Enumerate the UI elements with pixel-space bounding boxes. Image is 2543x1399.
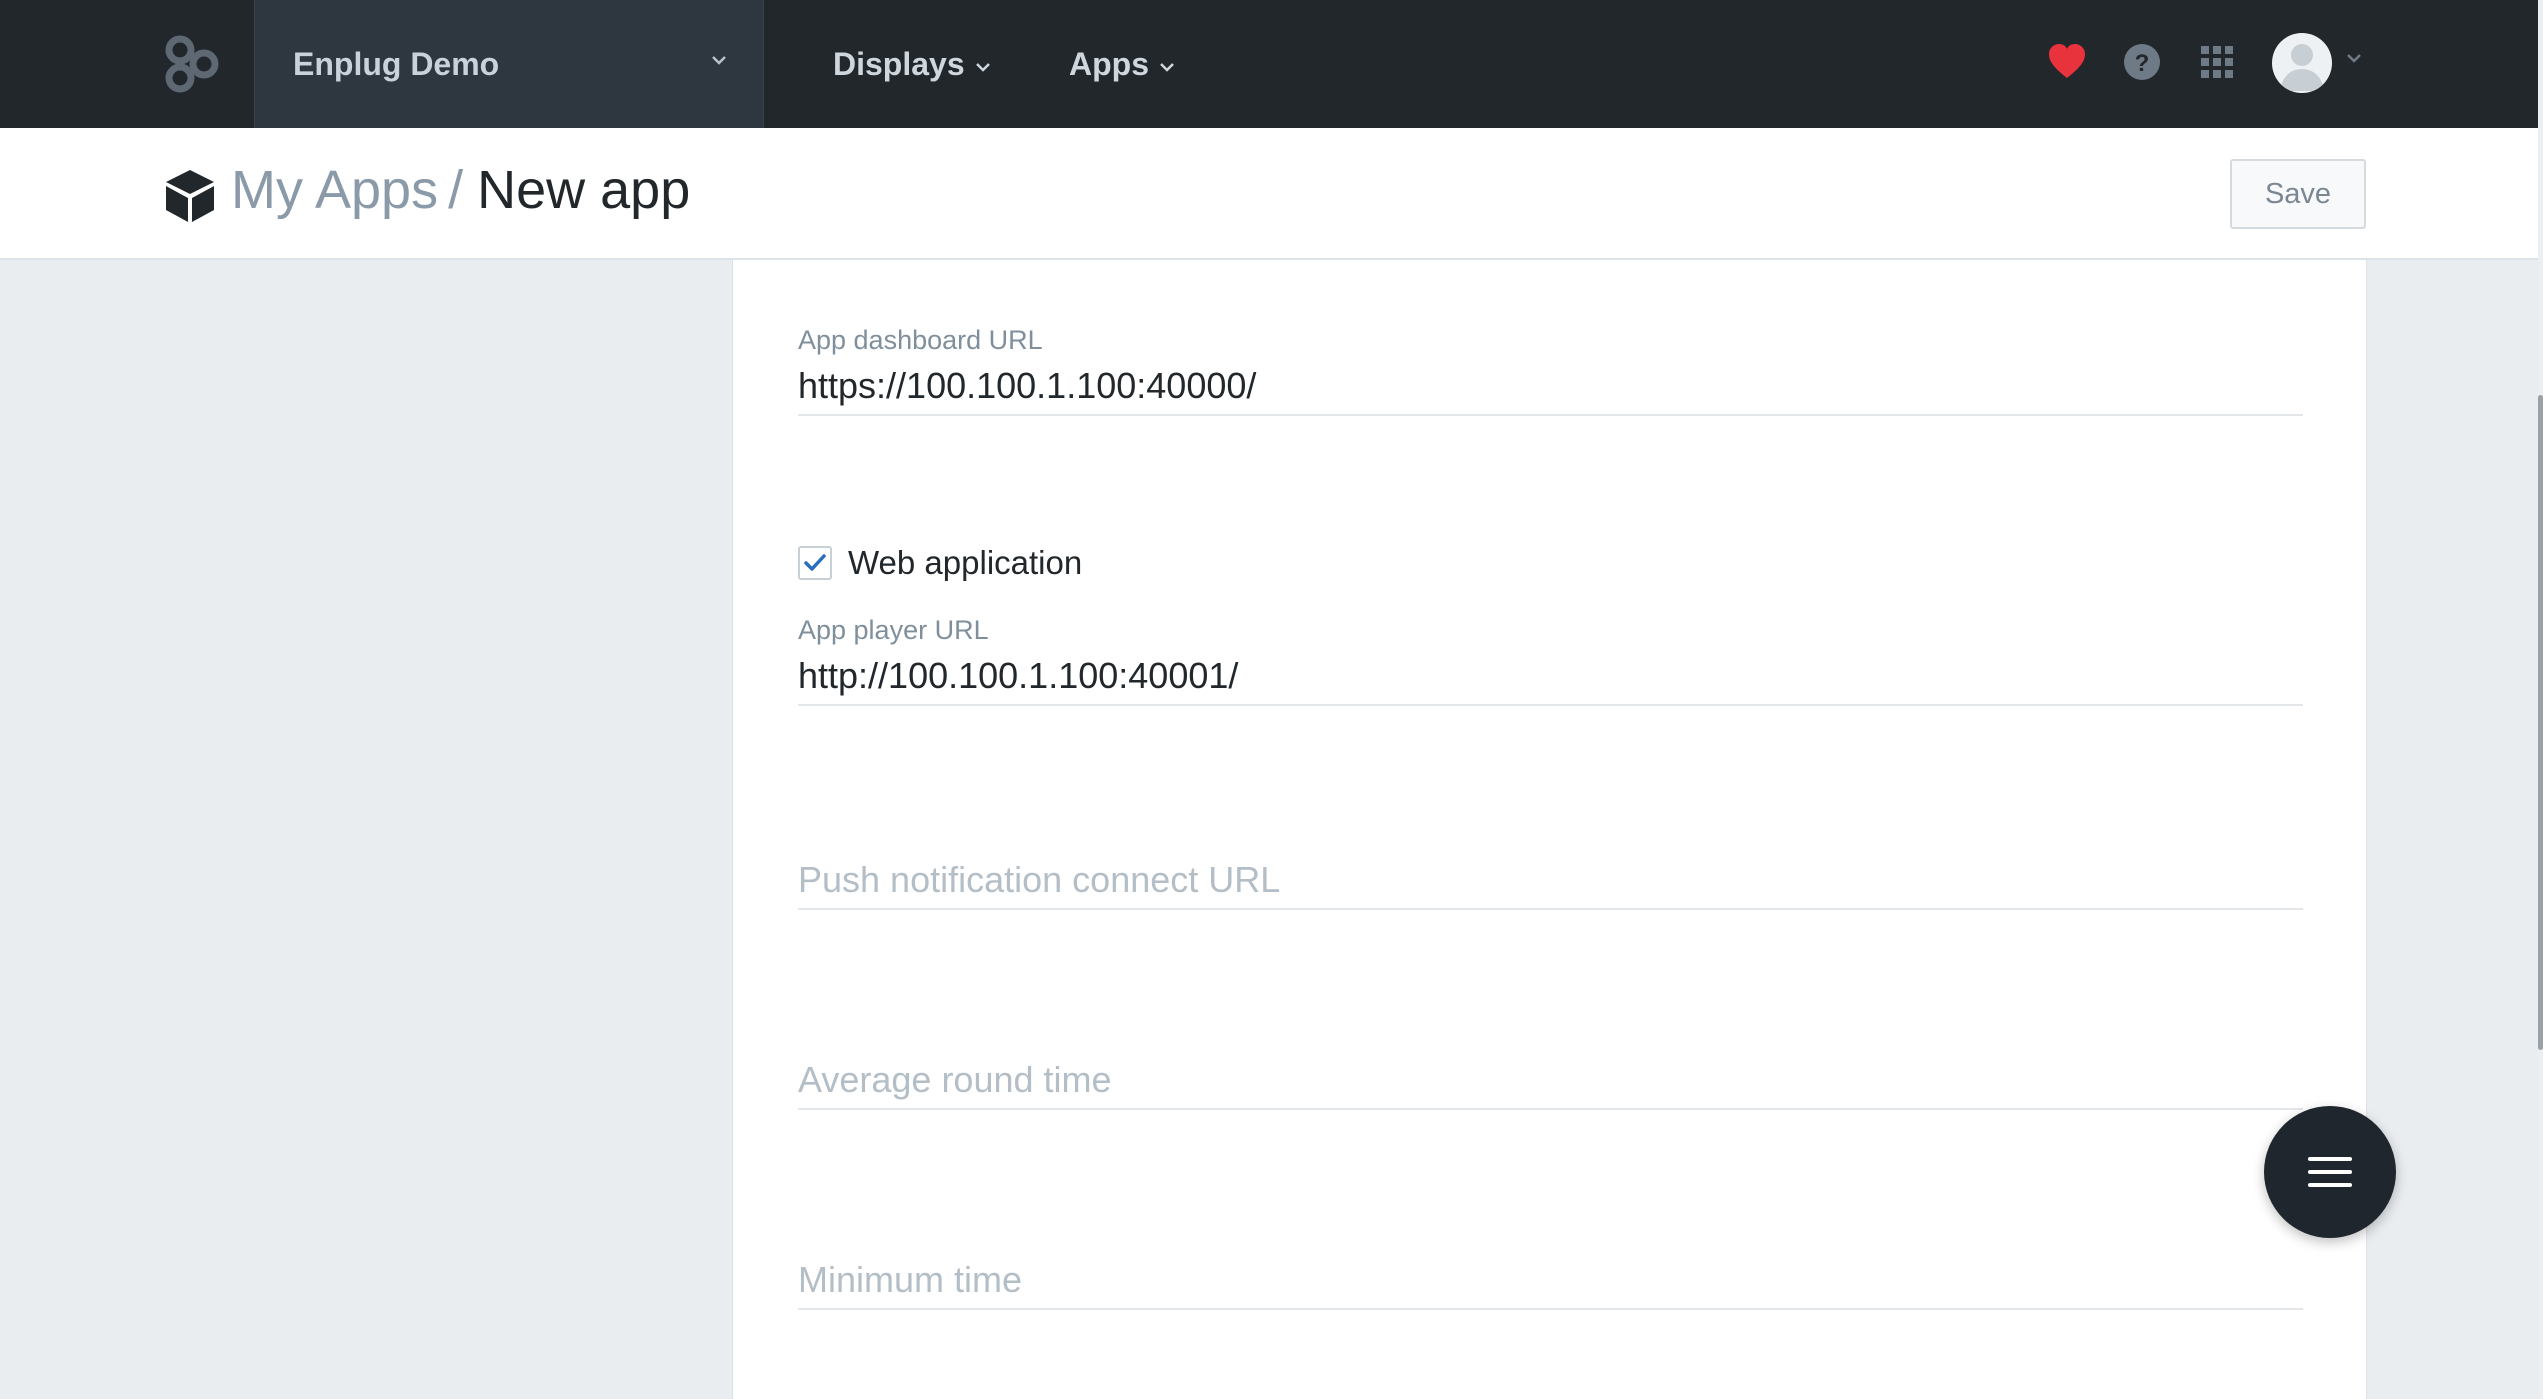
- player-url-label: App player URL: [798, 615, 989, 645]
- nav-displays-menu[interactable]: Displays: [833, 0, 991, 128]
- nav-apps-label: Apps: [1069, 45, 1149, 82]
- checkmark-icon: [804, 554, 826, 571]
- chevron-down-icon[interactable]: [2346, 52, 2362, 64]
- nav-apps-menu[interactable]: Apps: [1069, 0, 1175, 128]
- breadcrumb-my-apps[interactable]: My Apps: [231, 160, 438, 220]
- breadcrumb: My Apps / New app: [231, 156, 690, 224]
- average-round-time-field: [798, 1052, 2303, 1110]
- minimum-time-field: [798, 1252, 2303, 1310]
- dashboard-url-input[interactable]: [798, 358, 2303, 416]
- page: Enplug Demo Displays Apps ? My Apps / Ne…: [0, 0, 2543, 1399]
- scrollbar-thumb[interactable]: [2538, 395, 2543, 1050]
- app-form-card: App dashboard URL Web application App pl…: [732, 260, 2367, 1399]
- dashboard-url-field: App dashboard URL: [798, 322, 2303, 416]
- minimum-time-input[interactable]: [798, 1252, 2303, 1310]
- user-silhouette-icon: [2280, 44, 2324, 91]
- organization-name: Enplug Demo: [293, 45, 500, 82]
- help-icon[interactable]: ?: [2120, 40, 2164, 84]
- top-navbar: Enplug Demo Displays Apps ?: [0, 0, 2538, 128]
- chevron-down-icon: [1160, 63, 1174, 72]
- push-notification-url-input[interactable]: [798, 852, 2303, 910]
- push-notification-url-field: [798, 852, 2303, 910]
- organization-switcher[interactable]: Enplug Demo: [254, 0, 764, 128]
- page-header: My Apps / New app Save: [0, 128, 2538, 260]
- web-application-checkbox-row[interactable]: Web application: [798, 544, 1082, 582]
- heart-icon[interactable]: [2045, 40, 2089, 84]
- cube-icon: [166, 170, 214, 222]
- chevron-down-icon: [712, 56, 726, 65]
- dashboard-url-label: App dashboard URL: [798, 325, 1043, 355]
- web-application-checkbox[interactable]: [798, 546, 832, 580]
- apps-grid-icon[interactable]: [2195, 40, 2239, 84]
- player-url-input[interactable]: [798, 648, 2303, 706]
- chevron-down-icon: [975, 63, 990, 72]
- nav-displays-label: Displays: [833, 45, 965, 82]
- page-title: New app: [477, 160, 691, 220]
- user-avatar[interactable]: [2272, 33, 2332, 93]
- svg-text:?: ?: [2135, 50, 2150, 77]
- average-round-time-input[interactable]: [798, 1052, 2303, 1110]
- hamburger-menu-icon: [2308, 1157, 2352, 1187]
- breadcrumb-separator: /: [448, 160, 464, 220]
- player-url-field: App player URL: [798, 612, 2303, 706]
- web-application-label: Web application: [848, 544, 1083, 581]
- enplug-logo-icon[interactable]: [160, 32, 224, 96]
- save-button[interactable]: Save: [2230, 159, 2366, 229]
- menu-fab-button[interactable]: [2264, 1106, 2396, 1238]
